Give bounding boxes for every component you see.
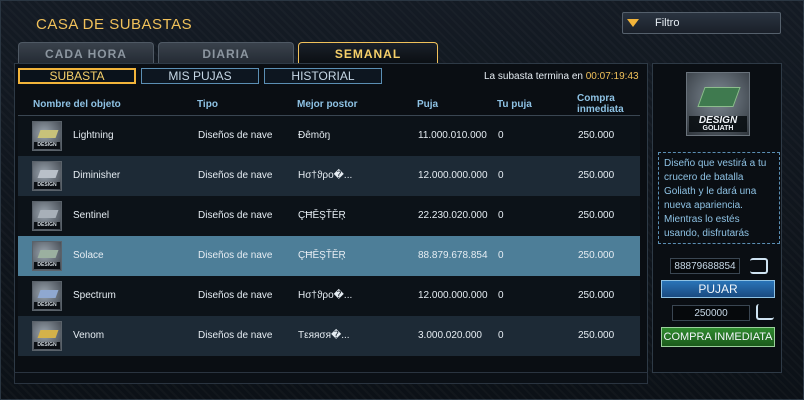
design-logo: DESIGN GOLIATH [689,116,747,132]
buy-now-price: 250.000 [578,210,615,221]
table-header: Nombre del objeto Tipo Mejor postor Puja… [18,92,640,116]
item-type: Diseños de nave [198,210,273,221]
current-bid: 11.000.010.000 [418,130,487,141]
current-bid: 88.879.678.854 [418,250,488,261]
current-bid: 22.230.020.000 [418,210,488,221]
subtab-my-bids[interactable]: MIS PUJAS [141,68,259,84]
chevron-down-icon [623,13,643,33]
filter-dropdown[interactable]: Filtro [622,12,781,34]
table-row[interactable]: DESIGN Lightning Diseños de nave Đêmōŋ 1… [18,116,640,156]
best-bidder: Tεяяσя�... [298,330,350,341]
buy-now-icon[interactable] [756,304,774,320]
ship-design-icon: DESIGN [32,241,62,271]
filter-label: Filtro [655,17,680,29]
ship-design-icon: DESIGN [32,161,62,191]
your-bid: 0 [498,250,504,261]
item-name: Spectrum [73,290,116,301]
ship-design-icon: DESIGN [32,281,62,311]
ship-design-icon: DESIGN [32,121,62,151]
item-preview-image: DESIGN GOLIATH [686,72,750,136]
your-bid: 0 [498,330,504,341]
table-row[interactable]: DESIGN Spectrum Diseños de nave Hσ†ϑρo�.… [18,276,640,316]
table-row[interactable]: DESIGN Diminisher Diseños de nave Hσ†ϑρo… [18,156,640,196]
buy-now-price: 250.000 [578,330,615,341]
best-bidder: Hσ†ϑρo�... [298,290,353,301]
current-bid: 12.000.000.000 [418,290,488,301]
subtab-auction[interactable]: SUBASTA [18,68,136,84]
ship-design-icon: DESIGN [32,201,62,231]
best-bidder: Hσ†ϑρo�... [298,170,353,181]
your-bid: 0 [498,170,504,181]
buy-now-price: 250.000 [578,170,615,181]
item-name: Sentinel [73,210,110,221]
tab-hourly[interactable]: CADA HORA [18,42,154,64]
table-row[interactable]: DESIGN Sentinel Diseños de nave ÇĦĚŞŤĚŖ … [18,196,640,236]
best-bidder: ÇĦĚŞŤĚŖ [298,210,346,221]
auction-timer-label: La subasta termina en [484,71,583,82]
your-bid: 0 [498,210,504,221]
horizontal-scrollbar[interactable] [14,372,648,384]
subtab-history[interactable]: HISTORIAL [264,68,382,84]
ship-design-icon: DESIGN [32,321,62,351]
bid-amount-input[interactable]: 88879688854 [670,258,740,274]
tab-daily[interactable]: DIARIA [158,42,294,64]
buy-now-price-field: 250000 [672,305,750,321]
buy-now-price: 250.000 [578,290,615,301]
item-description: Diseño que vestirá a tu crucero de batal… [658,152,780,244]
auction-timer: La subasta termina en 00:07:19:43 [484,71,639,82]
your-bid: 0 [498,290,504,301]
item-name: Diminisher [73,170,121,181]
buy-now-button[interactable]: COMPRA INMEDIATA [661,327,775,347]
item-type: Diseños de nave [198,170,273,181]
item-type: Diseños de nave [198,330,273,341]
column-header-name[interactable]: Nombre del objeto [33,99,121,110]
item-type: Diseños de nave [198,250,273,261]
item-type: Diseños de nave [198,130,273,141]
window-title: CASA DE SUBASTAS [36,16,193,33]
buy-now-price: 250.000 [578,130,615,141]
item-name: Solace [73,250,104,261]
table-row-selected[interactable]: DESIGN Solace Diseños de nave ÇĦĚŞŤĚŖ 88… [18,236,640,276]
bid-button[interactable]: PUJAR [661,280,775,298]
max-bid-icon[interactable] [750,258,768,274]
column-header-bid[interactable]: Puja [417,99,438,110]
column-header-your-bid[interactable]: Tu puja [497,99,532,110]
item-name: Lightning [73,130,114,141]
goliath-ship-icon [697,87,741,107]
best-bidder: ÇĦĚŞŤĚŖ [298,250,346,261]
buy-now-price: 250.000 [578,250,615,261]
current-bid: 12.000.000.000 [418,170,488,181]
your-bid: 0 [498,130,504,141]
auction-rows: DESIGN Lightning Diseños de nave Đêmōŋ 1… [18,116,640,356]
column-header-best-bidder[interactable]: Mejor postor [297,99,358,110]
table-row[interactable]: DESIGN Venom Diseños de nave Tεяяσя�... … [18,316,640,356]
item-name: Venom [73,330,105,341]
column-header-type[interactable]: Tipo [197,99,218,110]
best-bidder: Đêmōŋ [298,130,331,141]
current-bid: 3.000.020.000 [418,330,482,341]
item-type: Diseños de nave [198,290,273,301]
auction-timer-value: 00:07:19:43 [585,71,639,82]
tab-weekly[interactable]: SEMANAL [298,42,438,64]
column-header-buy-now[interactable]: Compra inmediata [577,93,633,115]
